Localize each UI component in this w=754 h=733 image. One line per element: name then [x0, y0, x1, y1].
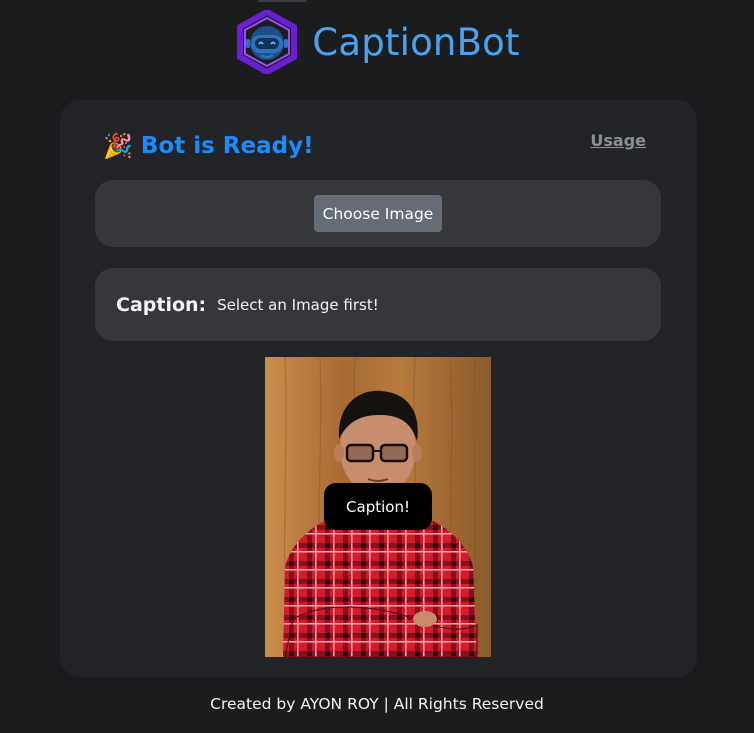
caption-value: Select an Image first! — [217, 295, 379, 314]
app-title: CaptionBot — [312, 20, 520, 64]
top-edge-bar — [258, 0, 306, 2]
caption-button[interactable]: Caption! — [324, 483, 432, 530]
main-card: 🎉 Bot is Ready! Usage Choose Image Capti… — [60, 100, 697, 677]
footer-text: Created by AYON ROY | All Rights Reserve… — [210, 695, 544, 713]
caption-panel: Caption: Select an Image first! — [95, 268, 661, 341]
caption-label: Caption: — [116, 293, 207, 316]
upload-panel: Choose Image — [95, 180, 661, 247]
party-popper-icon: 🎉 — [103, 132, 133, 160]
robot-hexagon-icon — [237, 10, 298, 74]
status-bar: 🎉 Bot is Ready! — [103, 131, 314, 161]
choose-image-button[interactable]: Choose Image — [314, 195, 442, 232]
app-header: CaptionBot — [0, 10, 754, 74]
page: CaptionBot 🎉 Bot is Ready! Usage Choose … — [0, 0, 754, 733]
usage-link[interactable]: Usage — [590, 131, 646, 150]
status-text: Bot is Ready! — [140, 133, 314, 159]
